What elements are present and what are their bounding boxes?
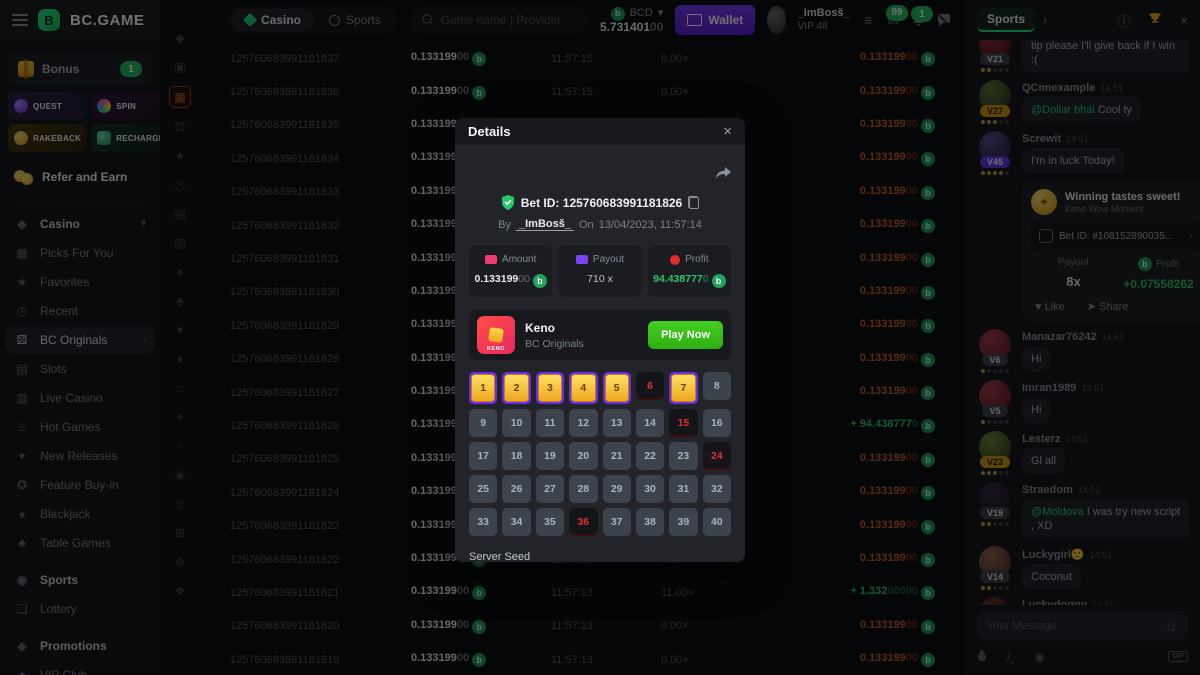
verified-shield-icon	[501, 195, 515, 210]
keno-number-34[interactable]: 34	[502, 508, 530, 536]
keno-number-22[interactable]: 22	[636, 442, 664, 470]
keno-number-31[interactable]: 31	[669, 475, 697, 503]
keno-number-24[interactable]: 24	[703, 442, 731, 470]
keno-number-16[interactable]: 16	[703, 409, 731, 437]
game-name: Keno	[525, 321, 584, 335]
keno-number-7[interactable]: 7	[669, 372, 697, 404]
keno-number-28[interactable]: 28	[569, 475, 597, 503]
coin-icon: b	[533, 274, 547, 288]
modal-title: Details	[468, 124, 723, 139]
keno-number-38[interactable]: 38	[636, 508, 664, 536]
keno-number-11[interactable]: 11	[536, 409, 564, 437]
payout-value: 710 x	[562, 273, 637, 285]
server-seed-label: Server Seed	[469, 551, 731, 562]
keno-game-icon: KENO	[477, 316, 515, 354]
amount-icon	[485, 255, 497, 264]
bet-details-modal: Details × Bet ID: 125760683991181826 By …	[455, 118, 745, 562]
keno-number-37[interactable]: 37	[603, 508, 631, 536]
keno-number-26[interactable]: 26	[502, 475, 530, 503]
keno-number-4[interactable]: 4	[569, 372, 597, 404]
keno-number-20[interactable]: 20	[569, 442, 597, 470]
bet-id: Bet ID: 125760683991181826	[521, 196, 682, 210]
keno-number-grid: 1234567891011121314151617181920212223242…	[469, 372, 731, 536]
keno-number-33[interactable]: 33	[469, 508, 497, 536]
keno-number-30[interactable]: 30	[636, 475, 664, 503]
keno-number-9[interactable]: 9	[469, 409, 497, 437]
copy-icon[interactable]	[688, 196, 699, 209]
bet-datetime: 13/04/2023, 11:57:14	[599, 219, 702, 231]
bet-byline: By _ImBosš_ On 13/04/2023, 11:57:14	[469, 218, 731, 231]
amount-card: Amount 0.13319900 b	[469, 245, 552, 297]
keno-number-10[interactable]: 10	[502, 409, 530, 437]
modal-body: Bet ID: 125760683991181826 By _ImBosš_ O…	[455, 145, 745, 562]
keno-number-39[interactable]: 39	[669, 508, 697, 536]
keno-number-8[interactable]: 8	[703, 372, 731, 400]
keno-number-3[interactable]: 3	[536, 372, 564, 404]
keno-number-15[interactable]: 15	[669, 409, 697, 437]
keno-number-5[interactable]: 5	[603, 372, 631, 404]
keno-number-29[interactable]: 29	[603, 475, 631, 503]
keno-number-40[interactable]: 40	[703, 508, 731, 536]
bet-stats: Amount 0.13319900 b Payout 710 x Profit …	[469, 245, 731, 297]
keno-number-19[interactable]: 19	[536, 442, 564, 470]
profit-icon	[670, 255, 680, 265]
bettor-name-link[interactable]: _ImBosš_	[516, 218, 574, 231]
game-row: KENO Keno BC Originals Play Now	[469, 310, 731, 360]
profit-card: Profit 94.4387770 b	[648, 245, 731, 297]
close-modal-icon[interactable]: ×	[723, 123, 732, 140]
coin-icon: b	[712, 274, 726, 288]
keno-number-21[interactable]: 21	[603, 442, 631, 470]
modal-header: Details ×	[455, 118, 745, 145]
keno-number-17[interactable]: 17	[469, 442, 497, 470]
payout-icon	[576, 255, 588, 264]
play-now-button[interactable]: Play Now	[648, 321, 723, 349]
share-icon[interactable]	[715, 167, 731, 185]
keno-number-6[interactable]: 6	[636, 372, 664, 400]
keno-number-23[interactable]: 23	[669, 442, 697, 470]
keno-number-14[interactable]: 14	[636, 409, 664, 437]
keno-number-1[interactable]: 1	[469, 372, 497, 404]
game-provider: BC Originals	[525, 338, 584, 350]
keno-number-36[interactable]: 36	[569, 508, 597, 536]
keno-number-25[interactable]: 25	[469, 475, 497, 503]
keno-number-32[interactable]: 32	[703, 475, 731, 503]
keno-number-2[interactable]: 2	[502, 372, 530, 404]
keno-number-13[interactable]: 13	[603, 409, 631, 437]
keno-number-35[interactable]: 35	[536, 508, 564, 536]
keno-number-12[interactable]: 12	[569, 409, 597, 437]
payout-card: Payout 710 x	[558, 245, 641, 297]
keno-number-27[interactable]: 27	[536, 475, 564, 503]
bc-game-app: B BC.GAME Bonus 1 QUEST SPIN RAKEBACK RE…	[0, 0, 1200, 675]
keno-number-18[interactable]: 18	[502, 442, 530, 470]
